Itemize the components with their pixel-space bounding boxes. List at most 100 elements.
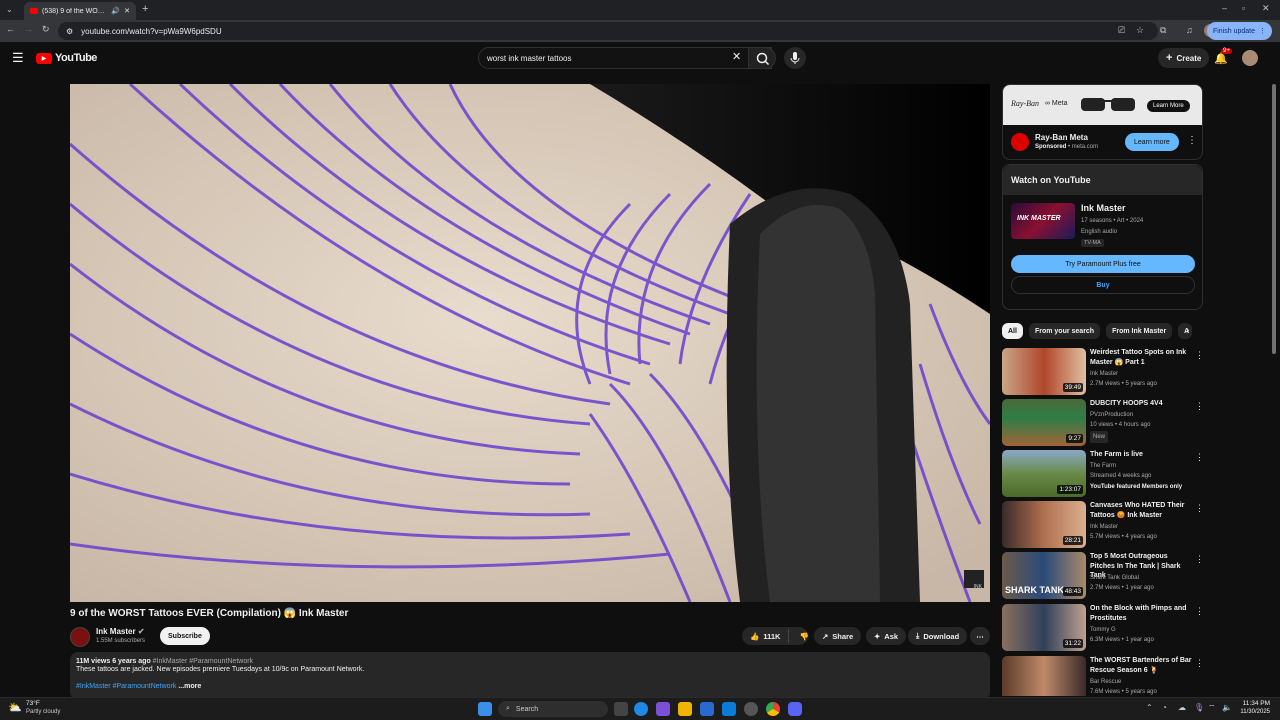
account-avatar[interactable] <box>1242 50 1258 66</box>
more-vert-icon[interactable]: ⋮ <box>1195 452 1204 463</box>
desc-more-link[interactable]: ...more <box>178 683 201 690</box>
list-item[interactable]: 9:27 DUBCITY HOOPS 4V4 PVznProduction 10… <box>1002 399 1207 447</box>
volume-icon[interactable]: 🔈 <box>1222 703 1232 712</box>
chips-next-chevron-icon[interactable]: › <box>1186 325 1189 336</box>
extensions-icon[interactable]: ⧉ <box>1160 25 1166 36</box>
list-item[interactable]: The WORST Bartenders of Bar Rescue Seaso… <box>1002 656 1207 696</box>
create-button[interactable]: + Create <box>1158 48 1210 68</box>
rec-channel: Shark Tank Global <box>1090 575 1139 581</box>
sponsored-ad-card[interactable]: Ray-Ban ∞ Meta Learn More Ray-Ban Meta S… <box>1002 84 1203 160</box>
channel-avatar[interactable] <box>70 627 90 647</box>
banner-learn-more-button[interactable]: Learn More <box>1147 100 1190 112</box>
address-bar[interactable]: ⚙ youtube.com/watch?v=pWa9W6pdSDU <box>58 22 1158 40</box>
file-explorer-icon[interactable] <box>678 702 692 716</box>
video-thumbnail <box>1002 656 1086 696</box>
clock-date[interactable]: 11/30/2025 <box>1236 709 1270 715</box>
forward-icon[interactable]: → <box>24 24 33 34</box>
dislike-button[interactable]: 👎 <box>793 632 814 641</box>
discord-icon[interactable] <box>788 702 802 716</box>
voice-search-button[interactable] <box>784 47 806 69</box>
rec-meta: 10 views • 4 hours ago <box>1090 422 1151 428</box>
page-scrollbar[interactable] <box>1272 84 1276 354</box>
browser-tab-active[interactable]: (538) 9 of the WORST Tatto 🔊 ✕ <box>24 2 136 20</box>
video-title: 9 of the WORST Tattoos EVER (Compilation… <box>70 608 349 619</box>
windows-start-icon[interactable] <box>478 702 492 716</box>
weather-icon[interactable]: ⛅ <box>8 701 22 714</box>
install-app-icon[interactable]: ⎚ <box>1118 25 1125 36</box>
window-close-icon[interactable]: ✕ <box>1262 3 1270 14</box>
minimize-icon[interactable]: – <box>1222 3 1227 13</box>
finish-update-label: Finish update <box>1212 27 1255 35</box>
list-item[interactable]: 31:22 On the Block with Pimps and Prosti… <box>1002 604 1207 652</box>
chrome-icon[interactable] <box>766 702 780 716</box>
desc-tags-top[interactable]: #InkMaster #ParamountNetwork <box>153 658 253 665</box>
share-button[interactable]: ↗ Share <box>814 627 862 645</box>
reload-icon[interactable]: ↻ <box>42 24 50 35</box>
new-tab-icon[interactable]: + <box>142 3 148 15</box>
chip-all[interactable]: All <box>1002 323 1023 339</box>
back-icon[interactable]: ← <box>6 24 15 34</box>
media-control-icon[interactable]: ♫ <box>1186 25 1193 35</box>
tray-chevron-icon[interactable]: ⌃ <box>1146 703 1153 712</box>
list-item[interactable]: SHARK TANK 48:43 Top 5 Most Outrageous Pi… <box>1002 552 1207 600</box>
bookmark-star-icon[interactable]: ☆ <box>1136 25 1144 36</box>
rec-title: Canvases Who HATED Their Tattoos 😡 Ink M… <box>1090 502 1185 519</box>
subscribe-button[interactable]: Subscribe <box>160 627 210 645</box>
list-item[interactable]: 39:49 Weirdest Tattoo Spots on Ink Maste… <box>1002 348 1207 396</box>
search-button[interactable] <box>748 47 776 69</box>
edge-icon[interactable] <box>634 702 648 716</box>
show-title[interactable]: Ink Master <box>1081 203 1126 213</box>
notifications-button[interactable]: 🔔 9+ <box>1214 48 1232 65</box>
tray-app-icon[interactable]: ◔ <box>1162 703 1167 712</box>
more-vert-icon[interactable]: ⋮ <box>1195 350 1204 361</box>
tab-search-icon[interactable]: ⌄ <box>6 5 13 14</box>
buy-button[interactable]: Buy <box>1011 276 1195 294</box>
maximize-icon[interactable]: ▫ <box>1242 3 1245 13</box>
search-input[interactable]: worst ink master tattoos <box>478 47 772 69</box>
chip-from-your-search[interactable]: From your search <box>1028 323 1101 339</box>
onedrive-icon[interactable]: ☁ <box>1178 703 1186 712</box>
youtube-logo[interactable]: ▶ YouTube <box>36 52 97 64</box>
video-thumbnail: 9:27 <box>1002 399 1086 446</box>
ad-sponsored-line: Sponsored • meta.com <box>1035 144 1099 150</box>
taskbar-search[interactable]: ⌕ Search <box>498 701 608 717</box>
app-icon[interactable] <box>700 702 714 716</box>
ad-learn-more-button[interactable]: Learn more <box>1125 133 1179 151</box>
clock-time[interactable]: 11:34 PM <box>1240 700 1270 707</box>
more-vert-icon[interactable]: ⋮ <box>1195 401 1204 412</box>
more-actions-button[interactable]: ⋯ <box>970 627 990 645</box>
outlook-icon[interactable] <box>722 702 736 716</box>
more-vert-icon[interactable]: ⋮ <box>1195 554 1204 565</box>
task-view-icon[interactable] <box>614 702 628 716</box>
download-button[interactable]: ⤓ Download <box>908 627 968 645</box>
description-box[interactable]: 11M views 6 years ago #InkMaster #Paramo… <box>70 652 990 700</box>
more-vert-icon[interactable]: ⋮ <box>1195 503 1204 514</box>
ask-button[interactable]: ✦ Ask <box>866 627 907 645</box>
clear-search-icon[interactable]: ✕ <box>732 50 741 63</box>
duration-badge: 39:49 <box>1062 383 1083 392</box>
ad-banner[interactable]: Ray-Ban ∞ Meta Learn More <box>1003 85 1202 125</box>
list-item[interactable]: 28:21 Canvases Who HATED Their Tattoos 😡… <box>1002 501 1207 549</box>
try-paramount-button[interactable]: Try Paramount Plus free <box>1011 255 1195 273</box>
chip-from-ink-master[interactable]: From Ink Master <box>1106 323 1173 339</box>
sponsored-label: Sponsored <box>1035 144 1067 150</box>
hamburger-menu-icon[interactable]: ☰ <box>12 50 24 66</box>
ad-more-vert-icon[interactable]: ⋮ <box>1187 135 1197 146</box>
show-meta1: 17 seasons • Art • 2024 <box>1081 218 1144 224</box>
more-vert-icon[interactable]: ⋮ <box>1195 606 1204 617</box>
mic-tray-icon[interactable]: 🎙 <box>1194 703 1204 712</box>
desc-tags-bottom[interactable]: #InkMaster #ParamountNetwork <box>76 683 176 690</box>
show-thumbnail[interactable]: INK MASTER <box>1011 203 1075 239</box>
settings-icon[interactable] <box>744 702 758 716</box>
more-vert-icon[interactable]: ⋮ <box>1195 658 1204 669</box>
list-item[interactable]: 1:23:07 The Farm is live The Farm Stream… <box>1002 450 1207 498</box>
video-player[interactable]: INK <box>70 84 990 602</box>
tab-close-icon[interactable]: ✕ <box>124 7 130 15</box>
finish-update-button[interactable]: Finish update ⋮ <box>1206 22 1272 40</box>
copilot-icon[interactable] <box>656 702 670 716</box>
like-button[interactable]: 👍 111K <box>742 629 790 643</box>
site-info-icon[interactable]: ⚙ <box>66 27 73 36</box>
wifi-icon[interactable]: ⌔ <box>1208 703 1216 713</box>
channel-name[interactable]: Ink Master ✔ <box>96 627 145 636</box>
youtube-wordmark: YouTube <box>55 52 97 64</box>
